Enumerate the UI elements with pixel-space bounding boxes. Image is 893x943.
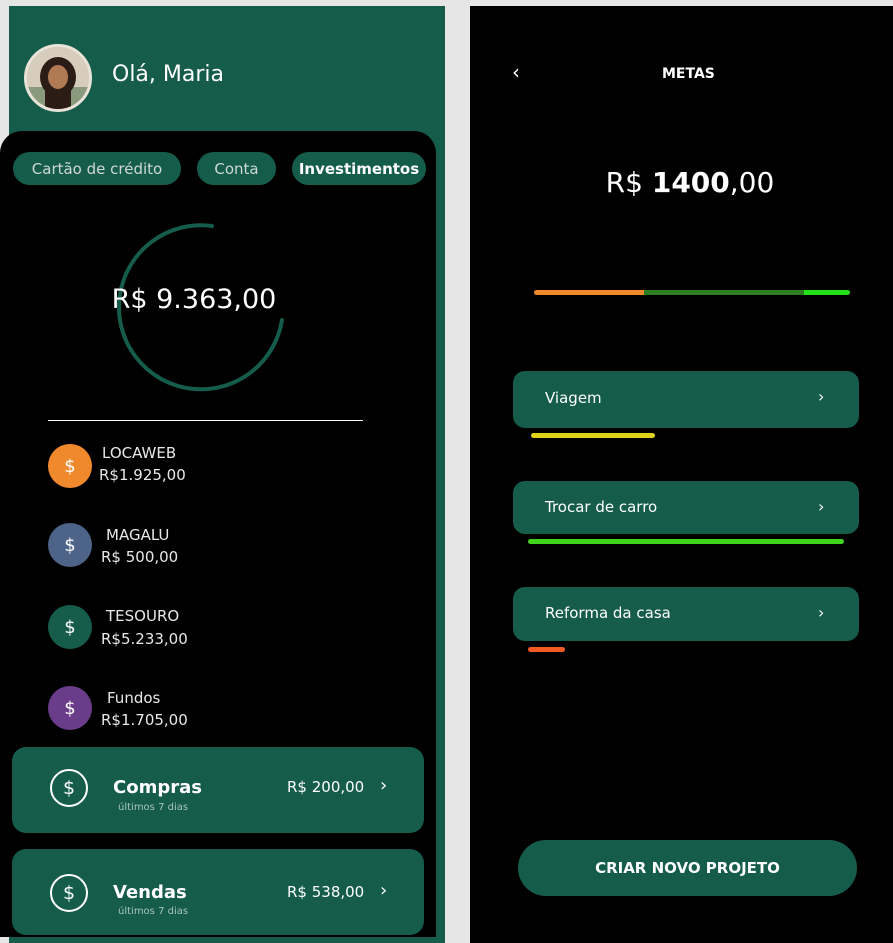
page-title: METAS	[662, 66, 715, 82]
progress-segment	[534, 290, 644, 295]
tab-account[interactable]: Conta	[197, 152, 276, 185]
progress-segment	[804, 290, 850, 295]
tab-investments[interactable]: Investimentos	[292, 152, 426, 185]
avatar-image	[27, 47, 89, 109]
dollar-icon: $	[48, 444, 92, 488]
goals-progress-bar	[534, 290, 850, 295]
dollar-icon: $	[48, 686, 92, 730]
goal-label: Trocar de carro	[545, 498, 658, 516]
back-chevron-icon[interactable]: ‹	[512, 60, 520, 84]
greeting-text: Olá, Maria	[112, 62, 224, 87]
goal-label: Viagem	[545, 389, 602, 407]
goal-progress-bar	[528, 647, 565, 652]
currency-prefix: R$	[605, 166, 652, 199]
goal-main-value: 1400	[651, 166, 730, 199]
goals-total: R$ 1400,00	[540, 166, 840, 199]
divider	[48, 420, 363, 421]
progress-segment	[644, 290, 804, 295]
chevron-right-icon[interactable]: ›	[380, 880, 387, 901]
create-project-button[interactable]: CRIAR NOVO PROJETO	[518, 840, 857, 896]
dollar-circle-icon: $	[50, 769, 88, 807]
goal-progress-bar	[528, 539, 844, 544]
purchases-title: Compras	[113, 777, 202, 798]
dollar-icon: $	[48, 523, 92, 567]
sales-subtitle: últimos 7 dias	[118, 906, 189, 917]
goal-progress-bar	[531, 433, 655, 438]
dollar-icon: $	[48, 605, 92, 649]
sales-title: Vendas	[113, 882, 187, 903]
chevron-right-icon[interactable]: ›	[380, 775, 387, 796]
chevron-right-icon: ›	[818, 387, 825, 406]
investment-name: TESOURO	[106, 607, 180, 625]
chevron-right-icon: ›	[818, 497, 825, 516]
dollar-circle-icon: $	[50, 874, 88, 912]
investment-value: R$1.925,00	[99, 466, 186, 484]
investment-value: R$5.233,00	[101, 630, 188, 648]
goal-label: Reforma da casa	[545, 604, 671, 622]
chevron-right-icon: ›	[818, 603, 825, 622]
right-screen	[470, 6, 893, 943]
investment-value: R$1.705,00	[101, 711, 188, 729]
purchases-subtitle: últimos 7 dias	[118, 802, 189, 813]
sales-amount: R$ 538,00	[287, 883, 365, 901]
tab-credit-card[interactable]: Cartão de crédito	[13, 152, 181, 185]
investment-name: Fundos	[107, 689, 161, 707]
investment-name: MAGALU	[106, 526, 170, 544]
user-avatar[interactable]	[24, 44, 92, 112]
purchases-amount: R$ 200,00	[287, 778, 365, 796]
total-balance: R$ 9.363,00	[111, 284, 277, 315]
goal-cents: ,00	[729, 166, 775, 199]
investment-value: R$ 500,00	[101, 548, 179, 566]
investment-name: LOCAWEB	[102, 444, 177, 462]
